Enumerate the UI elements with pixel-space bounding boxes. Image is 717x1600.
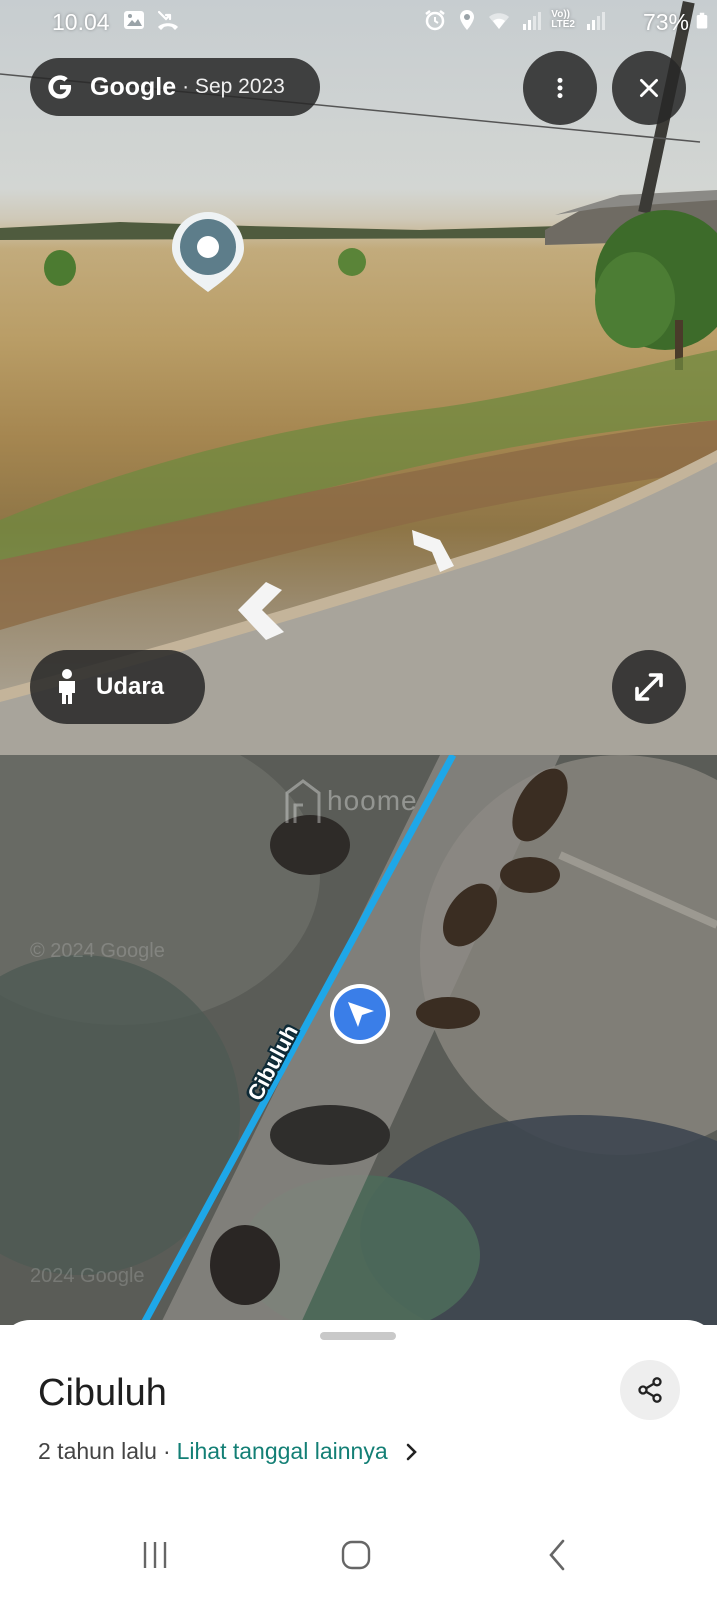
map-copyright-2: 2024 Google — [30, 1265, 145, 1287]
missed-call-icon — [157, 10, 178, 30]
location-icon — [460, 10, 475, 30]
more-options-button[interactable] — [523, 51, 597, 125]
chevron-right-icon[interactable] — [404, 1442, 420, 1462]
volte-line2: LTE2 — [551, 19, 575, 30]
imagery-date: · Sep 2023 — [182, 75, 285, 98]
volte-icon: Vo)) LTE2 — [551, 10, 575, 30]
image-icon — [124, 11, 144, 29]
expand-button[interactable] — [612, 650, 686, 724]
wifi-icon — [489, 13, 510, 29]
imagery-age: 2 tahun lalu — [38, 1438, 157, 1464]
battery-icon — [696, 12, 708, 29]
battery-percent: 73% — [642, 9, 689, 35]
separator-dot: · — [162, 1438, 171, 1464]
status-bar: 10.04 Vo)) LTE2 73% — [0, 0, 717, 44]
more-vert-icon — [557, 77, 563, 99]
alarm-icon — [425, 10, 446, 31]
place-marker-icon[interactable] — [172, 212, 244, 292]
back-button[interactable] — [527, 1530, 587, 1580]
close-button[interactable] — [612, 51, 686, 125]
close-icon — [640, 79, 658, 97]
map-copyright-1: © 2024 Google — [30, 940, 165, 962]
recent-apps-icon — [143, 1542, 167, 1568]
signal-icon — [523, 12, 542, 30]
system-nav-bar — [0, 1510, 717, 1600]
watermark-text: hoome — [327, 785, 418, 816]
imagery-age-line: 2 tahun lalu · Lihat tanggal lainnya — [38, 1438, 420, 1465]
home-icon — [341, 1540, 371, 1570]
drag-handle[interactable] — [320, 1332, 396, 1340]
house-watermark-icon — [285, 779, 321, 823]
pegman-icon — [59, 669, 75, 704]
signal-icon-2 — [587, 12, 605, 30]
imagery-date-pill[interactable]: Google · Sep 2023 — [30, 58, 320, 116]
hoome-watermark: hoome — [283, 775, 418, 827]
google-brand-label: Google — [90, 72, 177, 101]
back-icon — [549, 1539, 565, 1571]
satellite-map[interactable]: © 2024 Google 2024 Google — [0, 755, 717, 1325]
place-title: Cibuluh — [38, 1372, 167, 1414]
share-button[interactable] — [620, 1360, 680, 1420]
current-location-marker[interactable] — [330, 984, 390, 1044]
street-view-panorama[interactable]: 10.04 Vo)) LTE2 73% Google · Sep 2023 Ud… — [0, 0, 717, 755]
status-right-icons: Vo)) LTE2 — [423, 8, 607, 32]
aerial-view-label: Udara — [96, 673, 165, 700]
google-logo-icon — [48, 75, 72, 99]
expand-icon — [635, 673, 663, 701]
home-button[interactable] — [326, 1530, 386, 1580]
map-imagery — [0, 755, 717, 1325]
recent-apps-button[interactable] — [125, 1530, 185, 1580]
status-left-icons — [122, 8, 180, 32]
aerial-view-button[interactable]: Udara — [30, 650, 205, 724]
see-other-dates-link[interactable]: Lihat tanggal lainnya — [177, 1438, 388, 1465]
status-time: 10.04 — [52, 9, 110, 35]
share-icon — [638, 1377, 662, 1403]
